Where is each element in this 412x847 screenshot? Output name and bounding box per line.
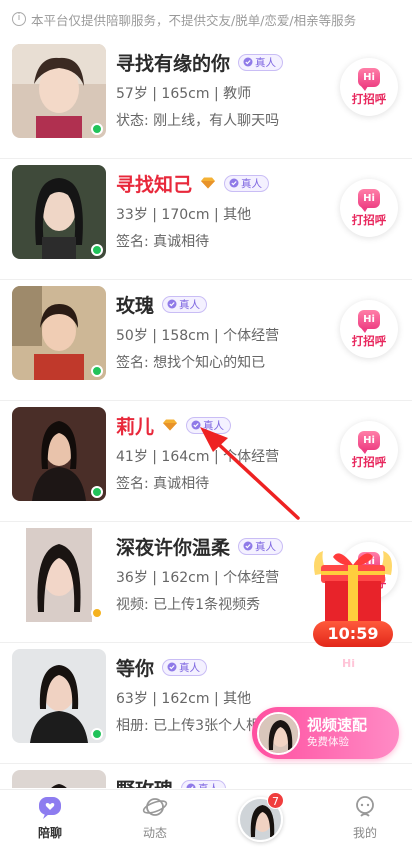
tab-chat[interactable]: 陪聊 (10, 794, 90, 841)
verified-badge: 真人 (162, 658, 208, 676)
online-status-dot (91, 123, 103, 135)
profile-name[interactable]: 寻找知己 (116, 170, 192, 197)
tab-moments[interactable]: 动态 (115, 794, 195, 841)
profile-status: 签名: 想找个知心的知已 (116, 355, 266, 371)
hi-deco-icon: Hi (342, 657, 355, 670)
profile-name[interactable]: 野玫瑰 (116, 775, 173, 789)
verified-icon (191, 420, 201, 430)
profile-name[interactable]: 寻找有缘的你 (116, 49, 230, 76)
tab-moments-label: 动态 (142, 826, 167, 840)
profile-name[interactable]: 深夜许你温柔 (116, 533, 230, 560)
profile-status: 视频: 已上传1条视频秀 (116, 597, 261, 613)
online-status-dot (91, 365, 103, 377)
profile-name[interactable]: 莉儿 (116, 412, 154, 439)
video-match-button[interactable]: 视频速配 免费体验 (252, 707, 399, 759)
vip-diamond-icon (163, 419, 178, 431)
tab-chat-label: 陪聊 (37, 826, 62, 840)
profile-info: 57岁 | 165cm | 教师 (116, 86, 252, 102)
greet-label: 打招呼 (351, 454, 387, 469)
verified-badge: 真人 (181, 779, 227, 788)
profile-status: 签名: 真诚相待 (116, 234, 210, 250)
verified-icon (229, 178, 239, 188)
greet-label: 打招呼 (351, 91, 387, 106)
online-status-dot (91, 728, 103, 740)
greet-button[interactable]: Hi 打招呼 (340, 421, 398, 479)
profile-info: 50岁 | 158cm | 个体经营 (116, 328, 280, 344)
notice-text: 本平台仅提供陪聊服务，不提供交友/脱单/恋爱/相亲等服务 (31, 12, 357, 28)
profile-status: 签名: 真诚相待 (116, 476, 210, 492)
profile-info: 63岁 | 162cm | 其他 (116, 691, 252, 707)
verified-badge: 真人 (162, 295, 208, 313)
verified-icon (167, 662, 177, 672)
profile-info: 36岁 | 162cm | 个体经营 (116, 570, 280, 586)
hi-icon: Hi (358, 309, 380, 333)
profile-info: 33岁 | 170cm | 其他 (116, 207, 252, 223)
video-match-subtitle: 免费体验 (307, 736, 349, 748)
verified-icon (243, 57, 253, 67)
tab-profile-label: 我的 (352, 826, 377, 840)
profile-card[interactable]: 野玫瑰 真人 (0, 764, 412, 788)
info-icon: i (12, 12, 26, 26)
hi-icon: Hi (358, 430, 380, 454)
greet-label: 打招呼 (351, 333, 387, 348)
hi-icon: Hi (358, 188, 380, 212)
verified-icon (243, 541, 253, 551)
profile-card[interactable]: 莉儿 真人 41岁 | 164cm | 个体经营 签名: 真诚相待 Hi 打招呼 (0, 401, 412, 522)
verified-badge: 真人 (186, 416, 232, 434)
verified-badge: 真人 (238, 53, 284, 71)
profile-name[interactable]: 玫瑰 (116, 291, 154, 318)
video-match-title: 视频速配 (307, 716, 368, 734)
gift-timer: 10:59 (313, 621, 393, 647)
profile-avatar[interactable] (12, 770, 106, 788)
gift-box-icon (314, 551, 392, 623)
profile-card[interactable]: 寻找有缘的你 真人 57岁 | 165cm | 教师 状态: 刚上线，有人聊天吗… (0, 38, 412, 159)
online-status-dot (91, 486, 103, 498)
profile-card[interactable]: 玫瑰 真人 50岁 | 158cm | 个体经营 签名: 想找个知心的知已 Hi… (0, 280, 412, 401)
verified-badge: 真人 (224, 174, 270, 192)
verified-badge: 真人 (238, 537, 284, 555)
profile-card[interactable]: 寻找知己 真人 33岁 | 170cm | 其他 签名: 真诚相待 Hi 打招呼 (0, 159, 412, 280)
profile-status: 状态: 刚上线，有人聊天吗 (116, 113, 280, 129)
unread-count-badge: 7 (267, 792, 284, 809)
profile-name[interactable]: 等你 (116, 654, 154, 681)
profile-list[interactable]: 寻找有缘的你 真人 57岁 | 165cm | 教师 状态: 刚上线，有人聊天吗… (0, 38, 412, 788)
bottom-tab-bar: 陪聊 动态 我的 (0, 789, 412, 847)
online-status-dot (91, 244, 103, 256)
verified-icon (167, 299, 177, 309)
video-match-avatar (257, 711, 300, 755)
greet-button[interactable]: Hi 打招呼 (340, 179, 398, 237)
planet-icon (142, 798, 168, 816)
away-status-dot (91, 607, 103, 619)
chat-heart-icon (39, 797, 61, 819)
gift-widget[interactable]: 10:59 (309, 547, 397, 649)
profile-info: 41岁 | 164cm | 个体经营 (116, 449, 280, 465)
hi-icon: Hi (358, 67, 380, 91)
profile-status: 相册: 已上传3张个人相册 (116, 718, 275, 734)
greet-button[interactable]: Hi 打招呼 (340, 58, 398, 116)
vip-diamond-icon (201, 177, 216, 189)
greet-label: 打招呼 (351, 212, 387, 227)
verified-icon (186, 783, 196, 788)
profile-icon (356, 796, 374, 817)
notice-bar: i 本平台仅提供陪聊服务，不提供交友/脱单/恋爱/相亲等服务 (0, 0, 412, 38)
greet-button[interactable]: Hi 打招呼 (340, 300, 398, 358)
tab-profile[interactable]: 我的 (325, 794, 405, 841)
